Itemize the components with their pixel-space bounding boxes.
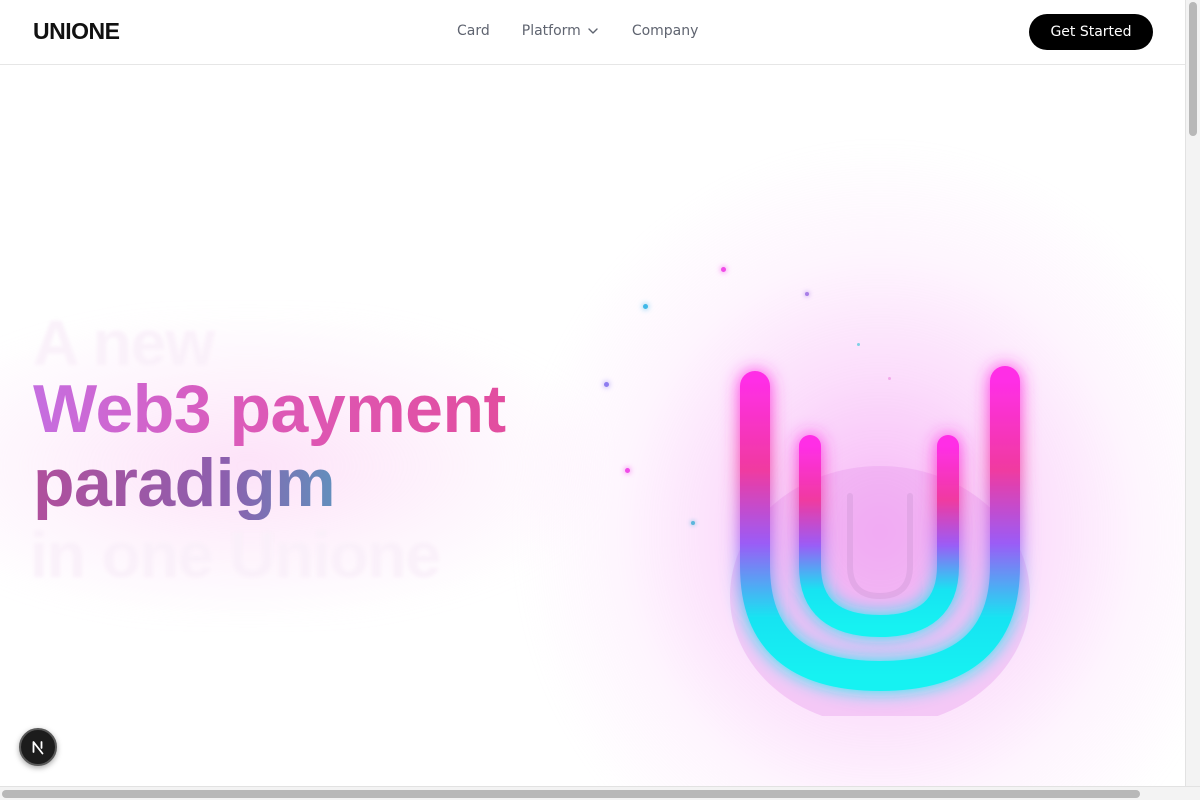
brand-logo[interactable]: UNIONE <box>33 18 120 45</box>
horizontal-scrollbar[interactable] <box>0 786 1200 800</box>
hero-section: A new Web3 payment paradigm in one Union… <box>0 66 1185 786</box>
neon-u-logo <box>730 366 1030 716</box>
nextjs-logo-icon <box>32 741 44 755</box>
sparkle-dot <box>625 468 630 473</box>
nextjs-badge[interactable] <box>19 728 57 766</box>
sparkle-dot <box>643 304 648 309</box>
hero-ghost-text-top: A new <box>33 307 215 379</box>
hero-headline-line2: paradigm <box>33 446 506 520</box>
vertical-scrollbar[interactable] <box>1185 0 1200 786</box>
vertical-scrollbar-thumb[interactable] <box>1189 2 1197 136</box>
chevron-down-icon <box>588 28 598 34</box>
horizontal-scrollbar-thumb[interactable] <box>2 790 1140 798</box>
sparkle-dot <box>721 267 726 272</box>
nav-link-company[interactable]: Company <box>632 23 699 39</box>
main-nav: Card Platform Company <box>457 23 698 39</box>
hero-ghost-text-bottom: in one Unione <box>30 519 441 591</box>
get-started-button[interactable]: Get Started <box>1029 14 1153 50</box>
nav-link-card[interactable]: Card <box>457 23 490 39</box>
site-header: UNIONE Card Platform Company Get Started <box>0 0 1185 65</box>
hero-headline: Web3 payment paradigm <box>33 372 506 520</box>
nav-link-platform[interactable]: Platform <box>522 23 599 39</box>
sparkle-dot <box>604 382 609 387</box>
nav-link-platform-label: Platform <box>521 23 581 39</box>
hero-headline-line1: Web3 payment <box>33 371 506 447</box>
